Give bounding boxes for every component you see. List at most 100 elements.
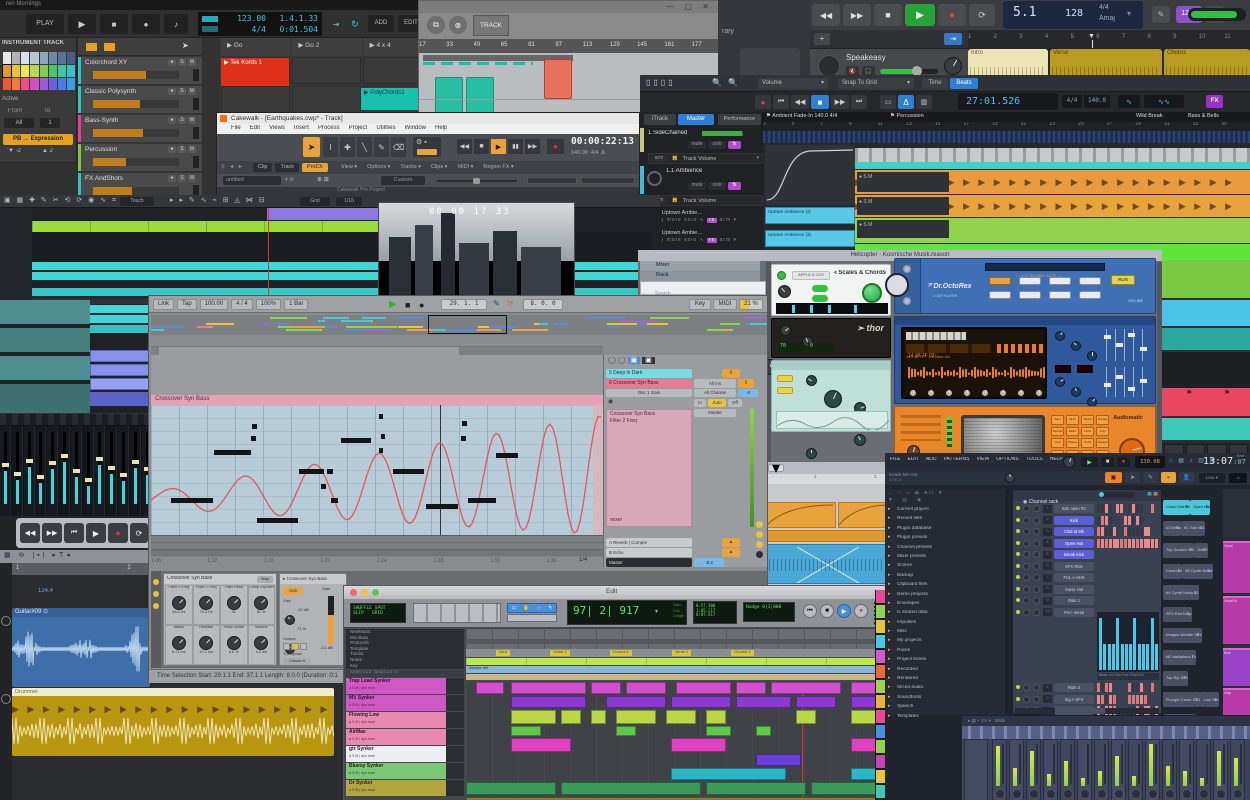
pan-knob[interactable]: [1023, 586, 1030, 593]
zoom-icons[interactable]: 🔍 🔍: [712, 78, 740, 87]
play-icon[interactable]: ▶: [68, 14, 96, 34]
rewind-button[interactable]: ◀◀: [20, 523, 40, 543]
channel-led[interactable]: [1016, 697, 1020, 701]
step-cell[interactable]: [1128, 516, 1131, 525]
typing-keyboard-button[interactable]: 👤: [1179, 472, 1194, 483]
slider-cap[interactable]: [1116, 343, 1123, 347]
record-button[interactable]: ●: [938, 4, 966, 26]
channel-button[interactable]: Break Kick: [1054, 550, 1094, 559]
fader-strip[interactable]: [24, 426, 35, 518]
browser-item[interactable]: ▸Mixer presets: [885, 554, 1007, 563]
solo-chip[interactable]: 6: [722, 369, 740, 378]
draw-tool-button[interactable]: ✎: [374, 137, 389, 157]
track-volume-bar[interactable]: [93, 187, 179, 195]
fader-cap[interactable]: [37, 475, 44, 479]
strip-knob[interactable]: [1216, 789, 1226, 799]
bitwig-track-row[interactable]: Colorchord XY ● S M: [78, 57, 202, 84]
browser-item[interactable]: ▸Sliced audio: [885, 685, 1007, 694]
record-arm-button[interactable]: ●: [168, 59, 176, 66]
record-button[interactable]: ●: [854, 604, 868, 618]
browser-item[interactable]: ▸Recent files: [885, 516, 1007, 525]
step-cell[interactable]: [1147, 504, 1150, 513]
browser-item[interactable]: ▸Project bones: [885, 657, 1007, 666]
marker-chip[interactable]: Chorus 2: [731, 650, 753, 656]
pan-knob[interactable]: [1023, 517, 1030, 524]
playlist-track-button[interactable]: SFX Riot Drop⇕: [1163, 607, 1192, 622]
midi-note[interactable]: [426, 504, 458, 509]
snap-module[interactable]: ⚙ ▪: [413, 137, 441, 157]
menu-item[interactable]: FILE: [890, 457, 901, 463]
step-cell[interactable]: [1113, 527, 1116, 536]
midi-note[interactable]: [299, 469, 324, 474]
submenu-item[interactable]: Tracks ▾: [400, 164, 421, 170]
strip-fader-track[interactable]: [1036, 744, 1038, 784]
step-cell[interactable]: [1147, 695, 1150, 704]
palette-swatch[interactable]: [40, 52, 48, 64]
audio-clip[interactable]: [561, 710, 581, 724]
quantize-chip[interactable]: 1/4: [579, 557, 587, 564]
channel-button[interactable]: Perc metal: [1054, 608, 1094, 617]
play-button[interactable]: ▶: [491, 139, 506, 154]
step-cell[interactable]: [1109, 516, 1112, 525]
pan-knob[interactable]: [1023, 684, 1030, 691]
step-cell[interactable]: [1120, 695, 1123, 704]
monitor-auto[interactable]: Auto: [708, 399, 726, 407]
master-tab[interactable]: Master: [678, 114, 714, 125]
macro-knob[interactable]: [199, 636, 213, 650]
macro-knob-cell[interactable]: Pulse Width 6.5 %: [220, 625, 248, 665]
fader-cap[interactable]: [132, 460, 139, 464]
step-cell[interactable]: [1147, 683, 1150, 692]
custom-dropdown[interactable]: Custom: [381, 176, 425, 185]
lcd-key[interactable]: Amaj: [1099, 15, 1115, 23]
step-cell[interactable]: [1116, 695, 1119, 704]
clip-uptown-2[interactable]: Uptown Ambience (3): [765, 230, 855, 247]
rtz-button[interactable]: ⏮: [803, 604, 817, 618]
record-icon[interactable]: ●: [419, 300, 424, 310]
vol-chip[interactable]: -4: [738, 389, 758, 397]
step-cell[interactable]: [1140, 695, 1143, 704]
step-cell[interactable]: [1097, 527, 1100, 536]
play-button[interactable]: ▶: [86, 523, 106, 543]
menu-item[interactable]: ADD: [926, 457, 937, 463]
step-cell[interactable]: [1113, 695, 1116, 704]
channel-button[interactable]: Kick: [1054, 516, 1094, 525]
piano-roll[interactable]: [151, 405, 603, 535]
scene-header[interactable]: ▶ Go: [221, 38, 290, 56]
mute-button[interactable]: M: [188, 59, 196, 66]
mixer-strip[interactable]: [1026, 739, 1041, 800]
tempo-display[interactable]: 123.00: [222, 14, 266, 23]
palette-swatch[interactable]: [58, 78, 66, 90]
octave-buttons[interactable]: [283, 643, 307, 650]
palette-swatch[interactable]: [49, 52, 57, 64]
preset-button[interactable]: Phaser: [1066, 438, 1079, 448]
mute-button[interactable]: mute: [688, 141, 706, 149]
grab-icon[interactable]: ✎: [548, 605, 552, 611]
strip-knob[interactable]: [1063, 789, 1073, 799]
velocity-bar[interactable]: [1099, 618, 1102, 670]
oct-down[interactable]: [283, 643, 290, 650]
oct-active[interactable]: [291, 643, 298, 650]
slider-cap[interactable]: [1128, 333, 1135, 337]
transport-chip[interactable]: Tap: [177, 299, 197, 310]
fader-cap[interactable]: [85, 478, 92, 482]
small-knob-1[interactable]: [806, 375, 817, 386]
metronome-button[interactable]: Δ: [898, 95, 914, 109]
channel-led[interactable]: [1016, 541, 1020, 545]
step-cell[interactable]: [1113, 516, 1116, 525]
to-select[interactable]: 1: [40, 118, 60, 128]
step-cell[interactable]: [1136, 516, 1139, 525]
step-cell[interactable]: [1132, 695, 1135, 704]
menu-item[interactable]: Insert: [294, 125, 309, 134]
mute-button[interactable]: mute: [688, 182, 706, 190]
close-button[interactable]: [350, 589, 357, 596]
volume-slider[interactable]: [328, 596, 334, 644]
macro-knob-cell[interactable]: Volume 0.0 dB: [248, 625, 276, 665]
browser-item[interactable]: ▸Demo projects: [885, 592, 1007, 601]
tool-buttons[interactable]: [413, 603, 501, 623]
velocity-bar[interactable]: [1121, 644, 1124, 670]
playlist-clip[interactable]: Vocal Dr: [1223, 596, 1250, 644]
browser-item[interactable]: ▸Scores: [885, 563, 1007, 572]
step-cell[interactable]: [1124, 539, 1127, 548]
step-cell[interactable]: [1132, 504, 1135, 513]
punch-in-icon[interactable]: ⇥: [328, 14, 344, 34]
